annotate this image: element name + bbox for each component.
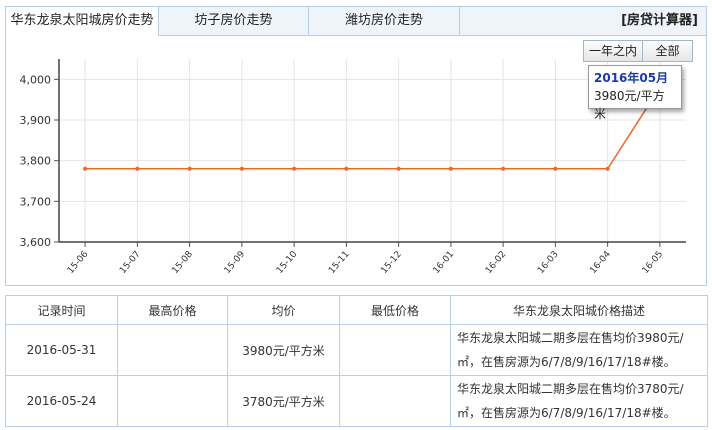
y-tick-label: 3,900 bbox=[20, 114, 52, 127]
x-tick-label: 16-05 bbox=[641, 250, 665, 276]
data-point bbox=[448, 166, 453, 171]
x-tick-label: 15-11 bbox=[327, 250, 351, 276]
cell-avg: 3980元/平方米 bbox=[227, 324, 340, 376]
table-row: 2016-05-24 3780元/平方米 华东龙泉太阳城二期多层在售均价3780… bbox=[5, 375, 708, 427]
data-point bbox=[239, 166, 244, 171]
col-header-avg: 均价 bbox=[227, 295, 340, 325]
chart-tooltip: 2016年05月 3980元/平方米 bbox=[588, 65, 682, 121]
x-tick-label: 15-06 bbox=[66, 249, 91, 276]
table-header-row: 记录时间 最高价格 均价 最低价格 华东龙泉太阳城价格描述 bbox=[5, 295, 708, 325]
x-tick-label: 15-09 bbox=[223, 249, 248, 276]
cell-low bbox=[339, 375, 451, 427]
data-point bbox=[135, 166, 140, 171]
col-header-desc: 华东龙泉太阳城价格描述 bbox=[450, 295, 708, 325]
data-point bbox=[292, 166, 297, 171]
cell-avg: 3780元/平方米 bbox=[227, 375, 340, 427]
data-point bbox=[396, 166, 401, 171]
col-header-date: 记录时间 bbox=[5, 295, 118, 325]
price-trend-panel: 3,600 3,700 3,800 3,900 4,000 15-06 15-07 15-08… bbox=[5, 6, 707, 286]
y-tick-label: 4,000 bbox=[20, 73, 52, 86]
tab-bar: 华东龙泉太阳城房价走势 坊子房价走势 潍坊房价走势 [房贷计算器] bbox=[6, 7, 706, 36]
x-tick-label: 16-01 bbox=[432, 250, 456, 276]
x-tick-label: 15-08 bbox=[170, 249, 195, 276]
tab-fangzi-trend[interactable]: 坊子房价走势 bbox=[159, 7, 309, 35]
x-tick-label: 15-07 bbox=[118, 250, 142, 276]
cell-high bbox=[117, 324, 228, 376]
cell-desc: 华东龙泉太阳城二期多层在售均价3980元/㎡，在售房源为6/7/8/9/16/1… bbox=[450, 324, 708, 376]
series-line bbox=[85, 87, 661, 170]
table-row: 2016-05-31 3980元/平方米 华东龙泉太阳城二期多层在售均价3980… bbox=[5, 324, 708, 376]
range-one-year-button[interactable]: 一年之内 bbox=[583, 40, 643, 62]
data-point bbox=[553, 166, 558, 171]
cell-desc: 华东龙泉太阳城二期多层在售均价3780元/㎡，在售房源为6/7/8/9/16/1… bbox=[450, 375, 708, 427]
col-header-low: 最低价格 bbox=[339, 295, 451, 325]
data-point bbox=[605, 166, 610, 171]
cell-low bbox=[339, 324, 451, 376]
y-tick-label: 3,700 bbox=[20, 195, 52, 208]
cell-date: 2016-05-24 bbox=[5, 375, 118, 427]
x-tick-label: 16-03 bbox=[536, 250, 560, 276]
data-point bbox=[501, 166, 506, 171]
tooltip-value: 3980元/平方米 bbox=[594, 89, 665, 121]
col-header-high: 最高价格 bbox=[117, 295, 228, 325]
cell-date: 2016-05-31 bbox=[5, 324, 118, 376]
y-tick-label: 3,600 bbox=[20, 236, 52, 249]
tab-weifang-trend[interactable]: 潍坊房价走势 bbox=[309, 7, 460, 35]
range-all-button[interactable]: 全部 bbox=[642, 40, 693, 62]
tooltip-date: 2016年05月 bbox=[594, 71, 669, 85]
x-tick-label: 16-02 bbox=[484, 250, 508, 276]
cell-high bbox=[117, 375, 228, 427]
mortgage-calculator-link[interactable]: [房贷计算器] bbox=[460, 7, 706, 35]
data-point bbox=[187, 166, 192, 171]
x-tick-label: 16-04 bbox=[588, 249, 613, 276]
tab-project-trend[interactable]: 华东龙泉太阳城房价走势 bbox=[6, 7, 159, 36]
data-point bbox=[83, 166, 88, 171]
x-tick-label: 15-10 bbox=[275, 249, 300, 276]
price-record-table: 记录时间 最高价格 均价 最低价格 华东龙泉太阳城价格描述 2016-05-31… bbox=[5, 295, 708, 427]
y-tick-label: 3,800 bbox=[20, 155, 52, 168]
data-point bbox=[344, 166, 349, 171]
x-tick-label: 15-12 bbox=[379, 250, 403, 276]
